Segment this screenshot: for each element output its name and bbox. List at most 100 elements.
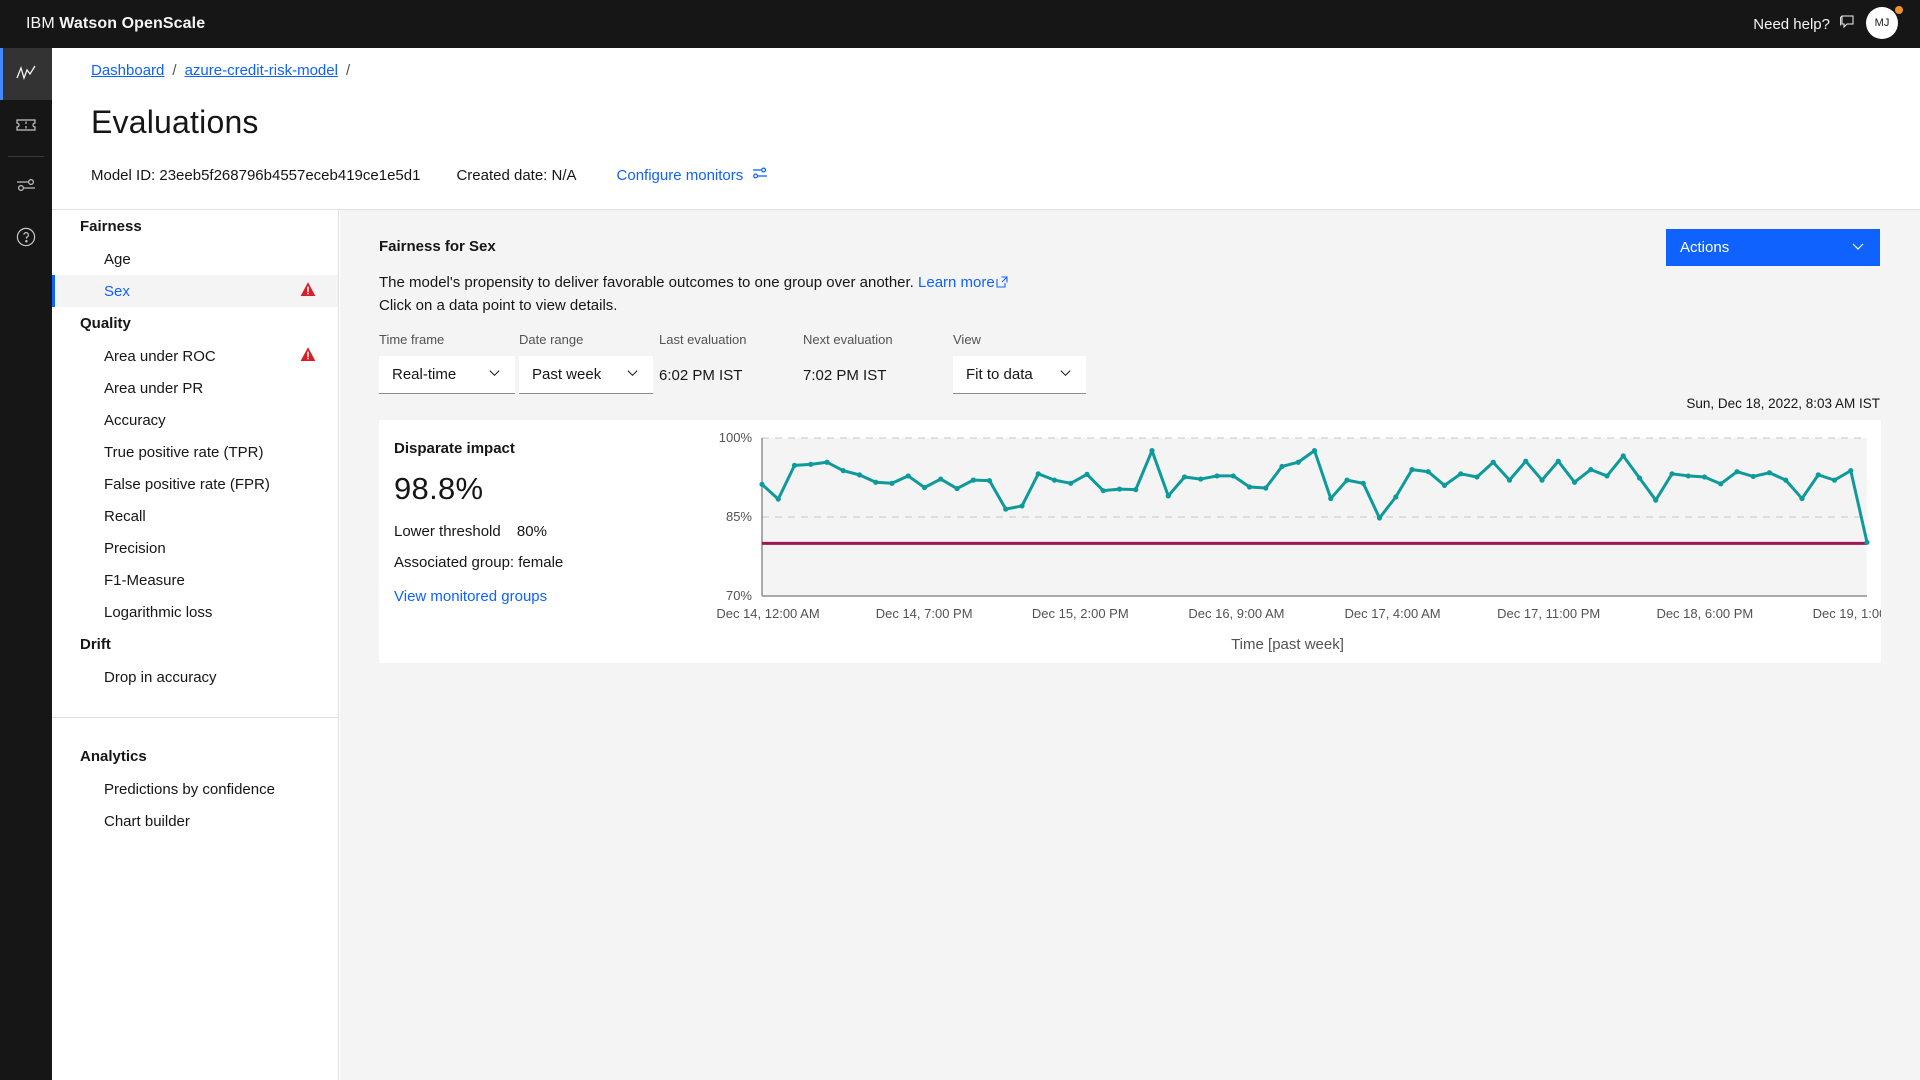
chart-data-point bbox=[1686, 473, 1691, 478]
sidebar-item-label: Sex bbox=[104, 283, 130, 300]
chart-x-tick-label: Dec 14, 12:00 AM bbox=[716, 606, 819, 621]
sidebar-item-drop-in-accuracy[interactable]: Drop in accuracy bbox=[52, 661, 338, 693]
chart-data-point bbox=[1101, 488, 1106, 493]
chart-data-point bbox=[873, 480, 878, 485]
sidebar-item-recall[interactable]: Recall bbox=[52, 500, 338, 532]
sidebar-item-label: True positive rate (TPR) bbox=[104, 444, 264, 461]
chart-data-point bbox=[987, 478, 992, 483]
breadcrumb-item-dashboard[interactable]: Dashboard bbox=[91, 62, 164, 79]
configure-monitors-label: Configure monitors bbox=[617, 167, 744, 184]
section-description-line1: The model's propensity to deliver favora… bbox=[379, 274, 914, 291]
chart-data-point bbox=[1458, 471, 1463, 476]
chevron-down-icon bbox=[1044, 365, 1073, 384]
learn-more-link[interactable]: Learn more bbox=[918, 274, 1008, 291]
page-header: Evaluations Model ID: 23eeb5f268796b4557… bbox=[52, 92, 1920, 210]
metrics-side-navigation: FairnessAgeSexQualityArea under ROCArea … bbox=[52, 210, 339, 1080]
actions-button[interactable]: Actions bbox=[1666, 229, 1880, 266]
sidebar-item-f1-measure[interactable]: F1-Measure bbox=[52, 564, 338, 596]
alert-warning-icon bbox=[300, 346, 316, 367]
chart-data-point bbox=[922, 485, 927, 490]
sidebar-item-age[interactable]: Age bbox=[52, 243, 338, 275]
sidebar-item-accuracy[interactable]: Accuracy bbox=[52, 404, 338, 436]
chart-x-tick-label: Dec 19, 1:00 PM bbox=[1813, 606, 1881, 621]
avatar[interactable]: MJ bbox=[1866, 7, 1898, 39]
chart-data-point bbox=[1198, 476, 1203, 481]
chart-data-point bbox=[1604, 473, 1609, 478]
sidebar-item-logarithmic-loss[interactable]: Logarithmic loss bbox=[52, 596, 338, 628]
chart-x-tick-label: Dec 18, 6:00 PM bbox=[1656, 606, 1753, 621]
filter-column-1: Date range Past week bbox=[519, 332, 653, 394]
chart-data-point bbox=[1588, 467, 1593, 472]
sidebar-item-predictions-by-confidence[interactable]: Predictions by confidence bbox=[52, 773, 338, 805]
chart-data-point bbox=[1166, 493, 1171, 498]
breadcrumb: Dashboard / azure-credit-risk-model / bbox=[52, 48, 1920, 92]
chart-data-point bbox=[1816, 472, 1821, 477]
sliders-settings-icon bbox=[752, 165, 768, 185]
chart-data-point bbox=[1848, 468, 1853, 473]
chart-data-point bbox=[1832, 478, 1837, 483]
breadcrumb-item-model[interactable]: azure-credit-risk-model bbox=[185, 62, 338, 79]
page-meta-row: Model ID: 23eeb5f268796b4557eceb419ce1e5… bbox=[91, 165, 768, 185]
rail-item-monitors[interactable] bbox=[0, 48, 52, 100]
rail-item-deployments[interactable] bbox=[0, 100, 52, 152]
last-updated-timestamp: Sun, Dec 18, 2022, 8:03 AM IST bbox=[1686, 396, 1880, 411]
top-navigation-bar: IBM Watson OpenScale Need help? MJ bbox=[0, 0, 1920, 48]
chevron-down-icon bbox=[1850, 238, 1866, 258]
sidebar-item-label: Precision bbox=[104, 540, 166, 557]
chart-data-point bbox=[1669, 471, 1674, 476]
view-select[interactable]: Fit to data bbox=[953, 356, 1086, 394]
avatar-container: MJ bbox=[1866, 7, 1900, 41]
chart-y-tick-label: 85% bbox=[726, 509, 752, 524]
chart-data-point bbox=[1019, 503, 1024, 508]
filter-label: Date range bbox=[519, 332, 653, 347]
chart-data-point bbox=[1182, 474, 1187, 479]
chart-data-point bbox=[1377, 515, 1382, 520]
ticket-icon bbox=[14, 112, 38, 141]
date-range-select[interactable]: Past week bbox=[519, 356, 653, 394]
chart-data-point bbox=[776, 496, 781, 501]
chart-data-point bbox=[1279, 464, 1284, 469]
chart-y-tick-label: 100% bbox=[719, 430, 753, 445]
sidebar-item-label: Predictions by confidence bbox=[104, 781, 275, 798]
chart-data-point bbox=[1344, 478, 1349, 483]
configure-monitors-link[interactable]: Configure monitors bbox=[617, 165, 769, 185]
external-link-icon bbox=[996, 273, 1008, 295]
filter-selected-value: Real-time bbox=[392, 366, 456, 383]
chart-data-point bbox=[889, 481, 894, 486]
app-brand[interactable]: IBM Watson OpenScale bbox=[26, 15, 205, 33]
chart-data-point bbox=[1084, 472, 1089, 477]
chart-x-axis-title: Time [past week] bbox=[694, 636, 1881, 653]
sidebar-item-sex[interactable]: Sex bbox=[52, 275, 338, 307]
rail-item-help[interactable] bbox=[0, 213, 52, 265]
nav-group-title-quality: Quality bbox=[52, 307, 338, 340]
rail-item-configure[interactable] bbox=[0, 161, 52, 213]
disparate-impact-chart[interactable]: 70%85%100%Dec 14, 12:00 AMDec 14, 7:00 P… bbox=[694, 420, 1881, 663]
sidebar-item-area-under-roc[interactable]: Area under ROC bbox=[52, 340, 338, 372]
chart-data-point bbox=[1247, 484, 1252, 489]
chart-data-point bbox=[1214, 473, 1219, 478]
associated-group-text: Associated group: female bbox=[394, 554, 694, 571]
chart-data-point bbox=[1328, 496, 1333, 501]
time-frame-select[interactable]: Real-time bbox=[379, 356, 515, 394]
chart-x-tick-label: Dec 17, 4:00 AM bbox=[1345, 606, 1441, 621]
alert-warning-icon bbox=[300, 281, 316, 302]
chart-data-point bbox=[1409, 467, 1414, 472]
left-icon-rail bbox=[0, 48, 52, 1080]
sidebar-item-true-positive-rate-tpr[interactable]: True positive rate (TPR) bbox=[52, 436, 338, 468]
nav-group-analytics: AnalyticsPredictions by confidenceChart … bbox=[52, 718, 338, 837]
sidebar-item-area-under-pr[interactable]: Area under PR bbox=[52, 372, 338, 404]
metric-threshold-row: Lower threshold 80% bbox=[394, 523, 694, 540]
chart-data-point bbox=[1718, 481, 1723, 486]
chart-data-point bbox=[824, 460, 829, 465]
sidebar-item-chart-builder[interactable]: Chart builder bbox=[52, 805, 338, 837]
chart-data-point bbox=[1653, 498, 1658, 503]
sidebar-item-label: Age bbox=[104, 251, 131, 268]
metric-title: Disparate impact bbox=[394, 440, 694, 457]
need-help-button[interactable]: Need help? bbox=[1753, 14, 1856, 35]
chart-x-tick-label: Dec 17, 11:00 PM bbox=[1497, 606, 1600, 621]
disparate-impact-card: Disparate impact 98.8% Lower threshold 8… bbox=[379, 420, 1881, 663]
sidebar-item-precision[interactable]: Precision bbox=[52, 532, 338, 564]
chart-data-point bbox=[1751, 474, 1756, 479]
sidebar-item-false-positive-rate-fpr[interactable]: False positive rate (FPR) bbox=[52, 468, 338, 500]
view-monitored-groups-link[interactable]: View monitored groups bbox=[394, 588, 694, 605]
